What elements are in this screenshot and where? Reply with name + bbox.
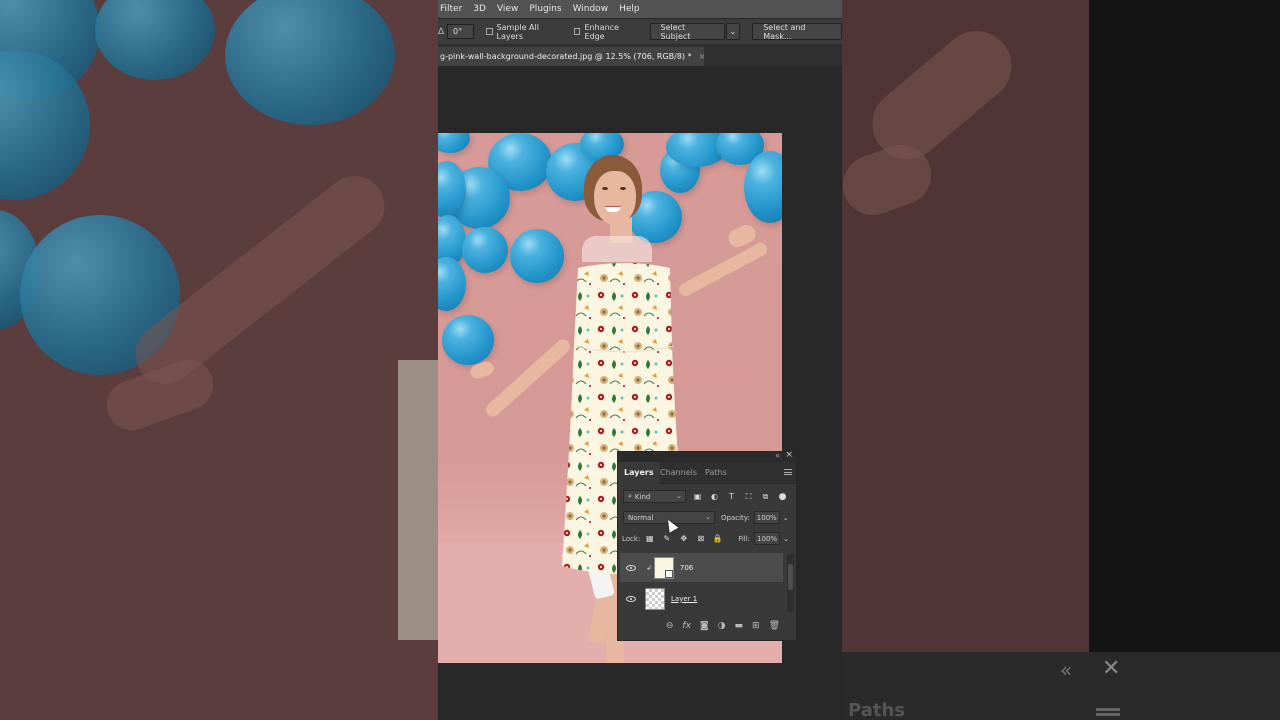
filter-kind-value: Kind [634, 492, 651, 501]
select-subject-label: Select Subject [660, 22, 691, 41]
menu-window[interactable]: Window [573, 4, 609, 14]
link-icon[interactable]: ⊖ [666, 621, 674, 631]
folder-icon[interactable]: ▬ [735, 621, 744, 631]
right-arm [676, 240, 770, 299]
blurred-layers-panel: « ✕ Paths [842, 652, 1280, 720]
blurred-background-left [0, 0, 438, 720]
type-filter-icon[interactable]: T [726, 491, 737, 502]
chevron-down-icon[interactable]: ⌄ [783, 535, 789, 543]
layer-thumbnail-layer-1 [645, 587, 665, 610]
enhance-edge-checkbox[interactable] [573, 28, 581, 35]
panel-tabs: Layers Channels Paths [618, 462, 796, 484]
lock-position-icon[interactable]: ✥ [678, 533, 689, 544]
menu-plugins[interactable]: Plugins [529, 4, 561, 14]
smart-object-icon [664, 569, 673, 578]
clip-arrow-icon: ↲ [646, 563, 652, 572]
fx-icon[interactable]: fx [682, 621, 691, 631]
blend-row: Normal ⌄ Opacity: 100% ⌄ [618, 511, 796, 524]
search-icon: ⌕ [628, 492, 632, 500]
balloon [462, 227, 508, 273]
select-subject-dropdown[interactable]: ⌄ [725, 23, 741, 40]
new-layer-icon[interactable]: ⊞ [752, 621, 760, 631]
balloon [510, 229, 564, 283]
layers-scrollbar[interactable] [787, 554, 794, 612]
enhance-edge-label: Enhance Edge [584, 22, 619, 41]
balloon [438, 257, 466, 311]
fill-label: Fill: [738, 534, 751, 543]
options-bar: ∆ 0° Sample All Layers Enhance Edge Sele… [438, 19, 842, 44]
document-tab-title: g-pink-wall-background-decorated.jpg @ 1… [440, 52, 692, 61]
chevron-down-icon[interactable]: ⌄ [783, 514, 789, 522]
collapse-icon[interactable]: « [775, 451, 780, 460]
eye-left [602, 187, 608, 190]
layer-row-layer-1[interactable]: Layer 1 [620, 584, 783, 613]
panel-titlebar: « × [618, 450, 796, 462]
eye-icon[interactable] [626, 595, 636, 602]
balloon [442, 315, 494, 365]
chevron-down-icon: ⌄ [705, 513, 711, 521]
menu-filter[interactable]: Filter [440, 4, 462, 14]
angle-field[interactable]: 0° [447, 24, 474, 39]
tab-layers[interactable]: Layers [618, 462, 660, 484]
tab-channels[interactable]: Channels [660, 468, 697, 477]
close-icon[interactable]: × [785, 450, 793, 460]
menu-view[interactable]: View [497, 4, 518, 14]
adjustment-icon[interactable]: ◑ [718, 621, 726, 631]
menu-help[interactable]: Help [619, 4, 640, 14]
close-icon[interactable]: × [699, 52, 704, 61]
document-tab[interactable]: g-pink-wall-background-decorated.jpg @ 1… [438, 47, 704, 66]
shape-filter-icon[interactable]: ⛶ [743, 491, 754, 502]
layer-row-706[interactable]: ↲ 706 [620, 553, 783, 582]
lock-row: Lock: ▦ ✎ ✥ ⊠ 🔒 Fill: 100% ⌄ [618, 532, 796, 545]
layer-name: Layer 1 [671, 594, 698, 603]
sample-all-layers-label: Sample All Layers [496, 22, 539, 41]
opacity-label: Opacity: [721, 513, 750, 522]
blurred-dark-edge [1089, 0, 1280, 720]
select-and-mask-label: Select and Mask... [763, 22, 806, 41]
mask-icon[interactable]: ◙ [700, 621, 709, 631]
sample-all-layers-checkbox[interactable] [485, 28, 493, 35]
blend-mode-value: Normal [628, 513, 654, 522]
angle-icon: ∆ [438, 26, 445, 37]
opacity-value: 100% [756, 513, 777, 522]
layer-thumbnail-706 [653, 556, 674, 579]
trash-icon[interactable]: 🗑 [769, 621, 780, 631]
select-subject-button[interactable]: Select Subject [649, 22, 725, 41]
menu-3d[interactable]: 3D [473, 4, 486, 14]
opacity-field[interactable]: 100% [753, 511, 780, 524]
fill-value: 100% [757, 534, 778, 543]
panel-footer: ⊖ fx ◙ ◑ ▬ ⊞ 🗑 [618, 617, 796, 635]
document-tabs: g-pink-wall-background-decorated.jpg @ 1… [438, 44, 842, 66]
fill-field[interactable]: 100% [754, 532, 781, 545]
filter-row: ⌕ Kind ⌄ ▣ ◐ T ⛶ ⧉ ● [618, 490, 796, 503]
pixel-filter-icon[interactable]: ▣ [692, 491, 703, 502]
balloon [438, 133, 470, 153]
tab-paths[interactable]: Paths [705, 468, 727, 477]
face [594, 171, 636, 225]
filter-kind-dropdown[interactable]: ⌕ Kind ⌄ [623, 490, 686, 503]
lock-all-icon[interactable]: 🔒 [712, 533, 723, 544]
select-and-mask-button[interactable]: Select and Mask... [752, 22, 842, 41]
adjustment-filter-icon[interactable]: ◐ [709, 491, 720, 502]
eye-right [620, 187, 626, 190]
lock-transparent-icon[interactable]: ▦ [644, 533, 655, 544]
chevron-down-icon: ⌄ [676, 492, 682, 500]
lock-image-icon[interactable]: ✎ [661, 533, 672, 544]
layer-name: 706 [679, 563, 694, 572]
eye-icon[interactable] [626, 564, 636, 571]
filter-toggle-icon[interactable]: ● [777, 491, 788, 502]
panel-menu-icon[interactable] [784, 469, 792, 475]
angle-value: 0° [453, 27, 463, 36]
lock-artboard-icon[interactable]: ⊠ [695, 533, 706, 544]
layers-panel: « × Layers Channels Paths ⌕ Kind ⌄ ▣ ◐ T… [617, 450, 797, 641]
photoshop-window: Filter 3D View Plugins Window Help ∆ 0° … [438, 0, 842, 720]
lock-label: Lock: [622, 534, 641, 543]
smart-object-filter-icon[interactable]: ⧉ [760, 491, 771, 502]
chevron-down-icon: ⌄ [729, 27, 737, 36]
menu-bar: Filter 3D View Plugins Window Help [438, 0, 842, 18]
